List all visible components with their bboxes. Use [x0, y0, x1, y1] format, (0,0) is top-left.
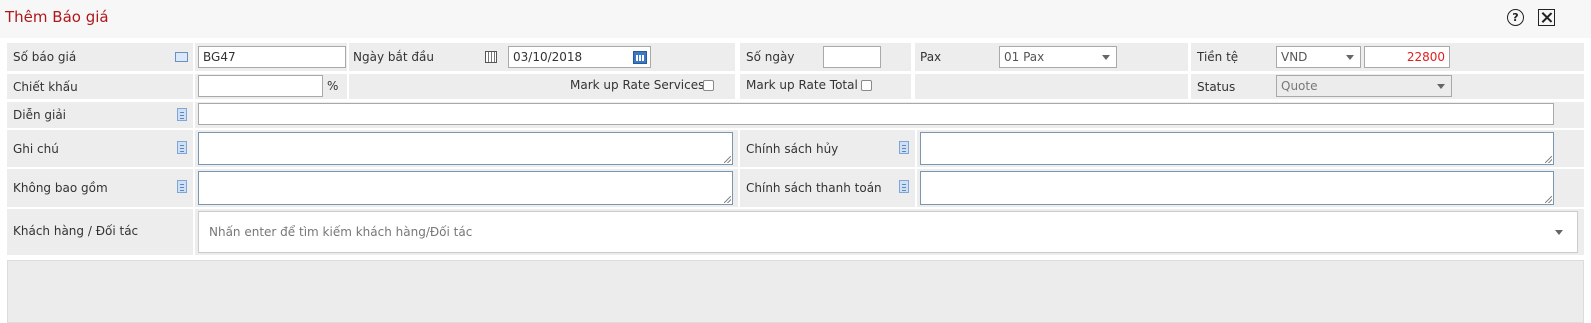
markup-services-checkbox[interactable] [703, 80, 714, 91]
label-cell: Số báo giá [7, 43, 193, 71]
pax-cell: Pax 01 Pax [915, 43, 1188, 71]
chevron-down-icon[interactable] [1555, 230, 1563, 235]
khong-bao-gom-textarea[interactable] [198, 171, 733, 205]
calendar-picker-icon[interactable] [633, 51, 647, 64]
label-cell: Không bao gồm [7, 169, 193, 207]
so-ngay-cell: Số ngày [740, 43, 911, 71]
note-icon[interactable] [899, 180, 909, 193]
ngay-bat-dau-input[interactable]: 03/10/2018 [508, 46, 651, 68]
card-icon[interactable] [175, 52, 188, 62]
markup-total-cell: Mark up Rate Total [740, 74, 911, 99]
calendar-icon[interactable] [485, 51, 497, 63]
close-icon[interactable] [1538, 9, 1555, 26]
chiet-khau-input[interactable] [198, 75, 323, 97]
so-bao-gia-label: Số báo giá [13, 50, 77, 64]
note-icon[interactable] [177, 108, 187, 121]
date-cell: Ngày bắt đầu 03/10/2018 [349, 43, 735, 71]
tien-te-cell: Tiền tệ VND 22800 [1191, 43, 1584, 71]
markup-services-cell: Mark up Rate Services [349, 74, 735, 99]
empty-cell [915, 74, 1188, 99]
input-cell [917, 169, 1584, 207]
chevron-down-icon [1102, 55, 1110, 60]
so-ngay-input[interactable] [823, 46, 881, 68]
tien-te-selected-value: VND [1281, 50, 1308, 64]
tien-te-label: Tiền tệ [1197, 50, 1239, 64]
input-cell [195, 169, 738, 207]
customer-search-placeholder: Nhấn enter để tìm kiếm khách hàng/Đối tá… [209, 225, 473, 239]
label-cell: Ghi chú [7, 130, 193, 167]
ghi-chu-label: Ghi chú [13, 142, 59, 156]
pax-selected-value: 01 Pax [1004, 50, 1045, 64]
chiet-khau-label: Chiết khấu [13, 80, 78, 94]
label-cell: Diễn giải [7, 102, 193, 128]
pax-label: Pax [920, 50, 942, 64]
note-icon[interactable] [177, 180, 187, 193]
dien-giai-input[interactable] [198, 103, 1554, 125]
pax-select[interactable]: 01 Pax [999, 46, 1117, 68]
exchange-rate-input[interactable]: 22800 [1364, 46, 1450, 68]
percent-unit: % [327, 79, 339, 93]
input-cell [195, 102, 1584, 128]
chevron-down-icon [1346, 55, 1354, 60]
title-bar: Thêm Báo giá ? [0, 0, 1591, 38]
chinh-sach-huy-label: Chính sách hủy [746, 142, 839, 156]
markup-services-label: Mark up Rate Services [570, 78, 705, 92]
status-label: Status [1197, 80, 1236, 94]
khach-hang-label: Khách hàng / Đối tác [13, 224, 139, 238]
label-cell: Khách hàng / Đối tác [7, 209, 193, 255]
ghi-chu-textarea[interactable] [198, 132, 733, 165]
note-icon[interactable] [899, 141, 909, 154]
markup-total-checkbox[interactable] [861, 80, 872, 91]
markup-total-label: Mark up Rate Total [746, 78, 858, 92]
help-icon[interactable]: ? [1507, 9, 1524, 26]
dien-giai-label: Diễn giải [13, 108, 67, 122]
label-cell: Chính sách thanh toán [740, 169, 915, 207]
input-cell [195, 130, 738, 167]
tien-te-select[interactable]: VND [1276, 46, 1361, 68]
input-cell: % [195, 74, 347, 99]
khong-bao-gom-label: Không bao gồm [13, 181, 108, 195]
note-icon[interactable] [177, 141, 187, 154]
chinh-sach-huy-textarea[interactable] [920, 132, 1554, 165]
status-select[interactable]: Quote [1276, 75, 1452, 97]
so-bao-gia-input[interactable]: BG47 [198, 46, 346, 68]
so-ngay-label: Số ngày [746, 50, 795, 64]
input-cell: BG47 [195, 43, 347, 71]
customer-search-combobox[interactable]: Nhấn enter để tìm kiếm khách hàng/Đối tá… [198, 211, 1578, 253]
status-selected-value: Quote [1281, 79, 1318, 93]
label-cell: Chiết khấu [7, 74, 193, 99]
status-cell: Status Quote [1191, 74, 1584, 99]
chevron-down-icon [1437, 84, 1445, 89]
dialog-title: Thêm Báo giá [5, 8, 109, 26]
content-panel [7, 260, 1584, 323]
ngay-bat-dau-label: Ngày bắt đầu [353, 50, 434, 64]
label-cell: Chính sách hủy [740, 130, 915, 167]
chinh-sach-thanh-toan-textarea[interactable] [920, 171, 1554, 205]
input-cell [917, 130, 1584, 167]
chinh-sach-thanh-toan-label: Chính sách thanh toán [746, 181, 882, 195]
